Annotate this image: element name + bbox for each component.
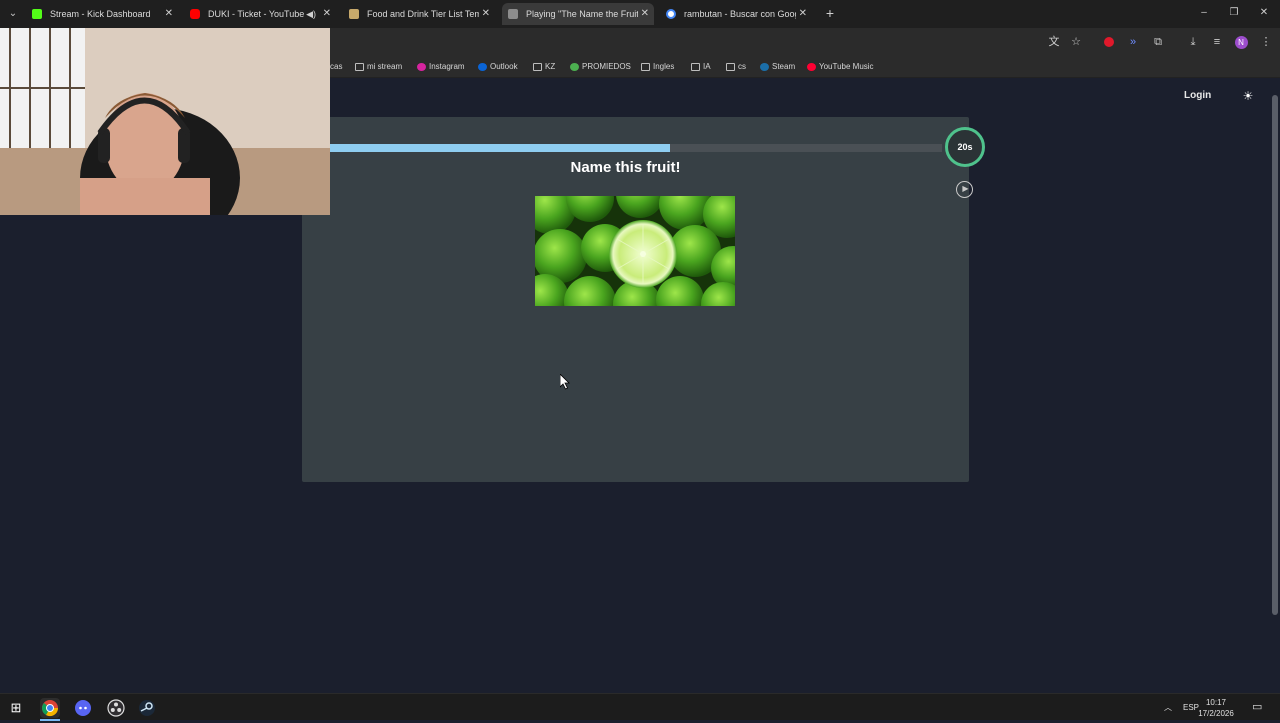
tab-youtube[interactable]: DUKI - Ticket - YouTube ◀) ✕	[184, 3, 336, 25]
extensions-puzzle-icon[interactable]: ⧉	[1150, 34, 1166, 50]
restore-button[interactable]: ❐	[1224, 4, 1244, 22]
countdown-timer: 20s	[945, 127, 985, 167]
bookmark-ia[interactable]: IA	[691, 60, 711, 74]
instagram-icon	[417, 63, 426, 71]
mouse-cursor-icon	[560, 374, 570, 390]
time-progress-fill	[302, 144, 670, 152]
bookmark-mi-stream[interactable]: mi stream	[355, 60, 402, 74]
active-app-indicator	[40, 719, 60, 721]
translate-icon[interactable]: 文	[1046, 34, 1062, 50]
youtube-icon	[190, 9, 200, 19]
steam-icon	[760, 63, 769, 71]
speaker-icon[interactable]: ◀)	[306, 3, 316, 25]
windows-taskbar: ⊞ ︿ ESP 10:17 17/2/2026 ▭	[0, 693, 1280, 721]
notifications-icon[interactable]: ▭	[1252, 694, 1262, 721]
new-tab-button[interactable]: +	[822, 4, 838, 22]
sun-icon[interactable]: ☀	[1242, 90, 1254, 102]
bookmark-steam[interactable]: Steam	[760, 60, 795, 74]
tab-name-the-fruit[interactable]: Playing "The Name the Fruit! Tr ✕	[502, 3, 654, 25]
quiz-icon	[508, 9, 518, 19]
bookmark-youtube-music[interactable]: YouTube Music	[807, 60, 874, 74]
bookmark-kz[interactable]: KZ	[533, 60, 555, 74]
extension-audio-icon[interactable]: »	[1125, 34, 1141, 50]
tab-google-search[interactable]: rambutan - Buscar con Google ✕	[660, 3, 812, 25]
obs-icon[interactable]	[106, 698, 126, 718]
media-control-icon[interactable]: ≡	[1209, 34, 1225, 50]
webcam-feed	[0, 28, 330, 215]
login-button[interactable]: Login	[1184, 90, 1211, 101]
bookmark-instagram[interactable]: Instagram	[417, 60, 465, 74]
google-icon	[666, 9, 676, 19]
tab-kick-dashboard[interactable]: Stream - Kick Dashboard ✕	[26, 3, 178, 25]
discord-icon[interactable]	[73, 698, 93, 718]
tierlist-icon	[349, 9, 359, 19]
folder-icon	[641, 63, 650, 71]
steam-icon[interactable]	[137, 698, 157, 718]
page-scrollbar[interactable]	[1270, 79, 1280, 693]
tab-search-icon[interactable]: ⌄	[4, 5, 22, 23]
fruit-image	[535, 196, 735, 306]
bookmark-star-icon[interactable]: ☆	[1068, 34, 1084, 50]
close-icon[interactable]: ✕	[482, 3, 490, 25]
folder-icon	[726, 63, 735, 71]
bookmark-cs[interactable]: cs	[726, 60, 746, 74]
folder-icon	[691, 63, 700, 71]
bookmark-ingles[interactable]: Ingles	[641, 60, 674, 74]
tab-strip: ⌄ Stream - Kick Dashboard ✕ DUKI - Ticke…	[0, 0, 1280, 28]
close-icon[interactable]: ✕	[641, 3, 649, 25]
windows-start-icon[interactable]: ⊞	[6, 698, 26, 718]
webcam-overlay	[0, 28, 330, 215]
menu-kebab-icon[interactable]: ⋮	[1258, 34, 1274, 50]
minimize-button[interactable]: –	[1194, 4, 1214, 22]
system-clock[interactable]: 10:17 17/2/2026	[1196, 697, 1236, 719]
scrollbar-thumb[interactable]	[1272, 95, 1278, 615]
folder-icon	[533, 63, 542, 71]
chrome-icon[interactable]	[40, 698, 60, 718]
close-icon[interactable]: ✕	[323, 3, 331, 25]
question-title: Name this fruit!	[570, 159, 681, 176]
time-progress-bar	[302, 144, 942, 152]
limes-image	[535, 196, 735, 306]
close-icon[interactable]: ✕	[165, 3, 173, 25]
folder-icon	[355, 63, 364, 71]
youtube-music-icon	[807, 63, 816, 71]
outlook-icon	[478, 63, 487, 71]
tab-tier-list[interactable]: Food and Drink Tier List Templa ✕	[343, 3, 495, 25]
close-icon[interactable]: ✕	[799, 3, 807, 25]
profile-avatar[interactable]: N	[1233, 34, 1249, 50]
bookmark-outlook[interactable]: Outlook	[478, 60, 518, 74]
kick-icon	[32, 9, 42, 19]
close-window-button[interactable]: ✕	[1254, 4, 1274, 22]
bookmark-promiedos[interactable]: PROMIEDOS	[570, 60, 631, 74]
play-icon[interactable]: ▶	[956, 181, 973, 198]
extension-record-icon[interactable]	[1101, 34, 1117, 50]
promiedos-icon	[570, 63, 579, 71]
download-icon[interactable]: ⤓	[1185, 34, 1201, 50]
tray-chevron-icon[interactable]: ︿	[1164, 694, 1172, 721]
